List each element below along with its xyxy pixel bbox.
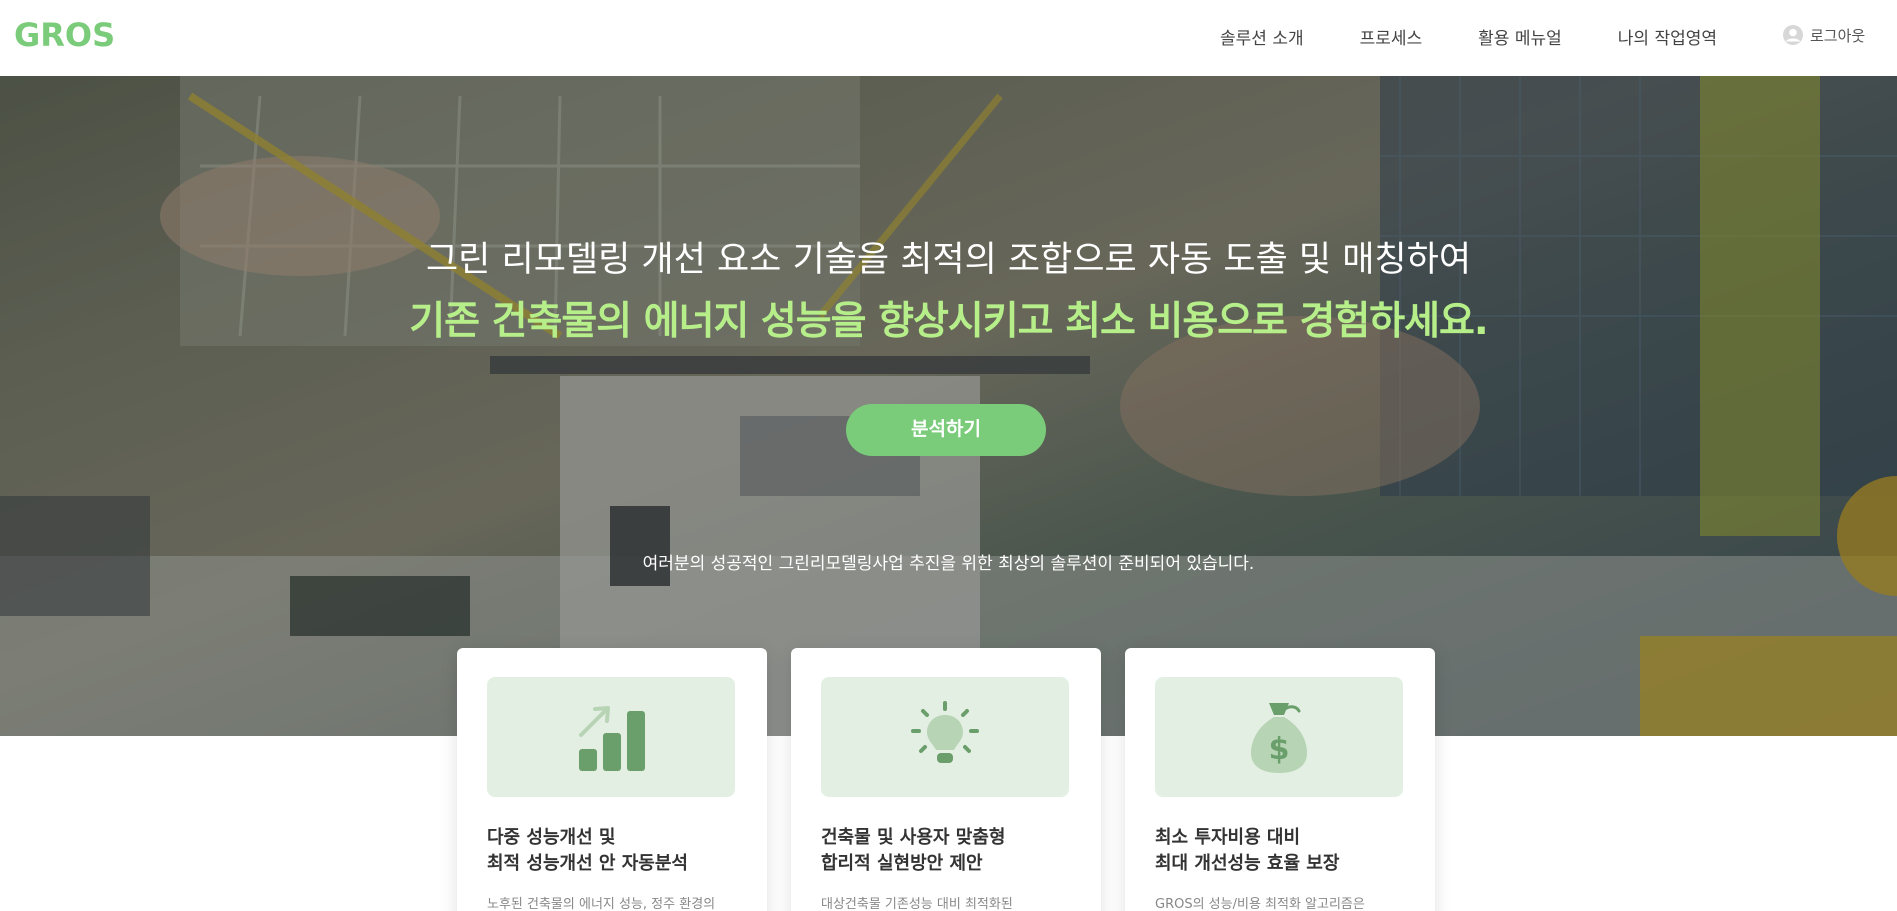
- card-media: $: [1155, 677, 1403, 797]
- card-media: [487, 677, 735, 797]
- card-media: [821, 677, 1069, 797]
- nav-process[interactable]: 프로세스: [1360, 24, 1423, 49]
- nav-solution-intro[interactable]: 솔루션 소개: [1220, 24, 1304, 49]
- nav-manual[interactable]: 활용 메뉴얼: [1478, 24, 1562, 49]
- card-description: 노후된 건축물의 에너지 성능, 정주 환경의: [487, 897, 716, 911]
- card-title-line: 다중 성능개선 및: [487, 827, 616, 848]
- card-title-line: 최적 성능개선 안 자동분석: [487, 853, 688, 874]
- main-nav: 솔루션 소개 프로세스 활용 메뉴얼 나의 작업영역: [1220, 24, 1773, 49]
- card-title-line: 최소 투자비용 대비: [1155, 827, 1301, 848]
- feature-cards: 다중 성능개선 및 최적 성능개선 안 자동분석 노후된 건축물의 에너지 성능…: [457, 648, 1459, 911]
- card-title: 다중 성능개선 및 최적 성능개선 안 자동분석: [487, 825, 737, 877]
- card-title: 건축물 및 사용자 맞춤형 합리적 실현방안 제안: [821, 825, 1071, 877]
- hero-headline: 그린 리모델링 개선 요소 기술을 최적의 조합으로 자동 도출 및 매칭하여: [425, 240, 1472, 280]
- logo[interactable]: GROS: [14, 16, 115, 54]
- site-header: GROS 솔루션 소개 프로세스 활용 메뉴얼 나의 작업영역 로그아웃: [0, 0, 1897, 76]
- card-title-line: 건축물 및 사용자 맞춤형: [821, 827, 1006, 848]
- logout-button[interactable]: 로그아웃: [1782, 24, 1865, 46]
- card-title: 최소 투자비용 대비 최대 개선성능 효율 보장: [1155, 825, 1405, 877]
- feature-card-cost-efficiency: $ 최소 투자비용 대비 최대 개선성능 효율 보장 GROS의 성능/비용 최…: [1125, 648, 1435, 911]
- card-description: GROS의 성능/비용 최적화 알고리즘은: [1155, 897, 1365, 911]
- card-title-line: 최대 개선성능 효율 보장: [1155, 853, 1340, 874]
- lightbulb-icon: [911, 701, 979, 763]
- logout-label: 로그아웃: [1810, 26, 1866, 45]
- user-icon: [1783, 25, 1803, 45]
- money-bag-icon: $: [1251, 703, 1307, 773]
- hero-tagline: 기존 건축물의 에너지 성능을 향상시키고 최소 비용으로 경험하세요.: [409, 299, 1489, 344]
- feature-card-analysis: 다중 성능개선 및 최적 성능개선 안 자동분석 노후된 건축물의 에너지 성능…: [457, 648, 767, 911]
- svg-text:$: $: [1269, 732, 1290, 767]
- nav-my-workspace[interactable]: 나의 작업영역: [1618, 24, 1717, 49]
- feature-card-custom-plan: 건축물 및 사용자 맞춤형 합리적 실현방안 제안 대상건축물 기존성능 대비 …: [791, 648, 1101, 911]
- card-description: 대상건축물 기존성능 대비 최적화된: [821, 897, 1013, 911]
- hero-subtext: 여러분의 성공적인 그린리모델링사업 추진을 위한 최상의 솔루션이 준비되어 …: [642, 554, 1255, 574]
- analyze-button[interactable]: 분석하기: [846, 404, 1046, 456]
- card-title-line: 합리적 실현방안 제안: [821, 853, 983, 874]
- bar-chart-growth-icon: [579, 706, 645, 771]
- hero-banner: 그린 리모델링 개선 요소 기술을 최적의 조합으로 자동 도출 및 매칭하여 …: [0, 76, 1897, 736]
